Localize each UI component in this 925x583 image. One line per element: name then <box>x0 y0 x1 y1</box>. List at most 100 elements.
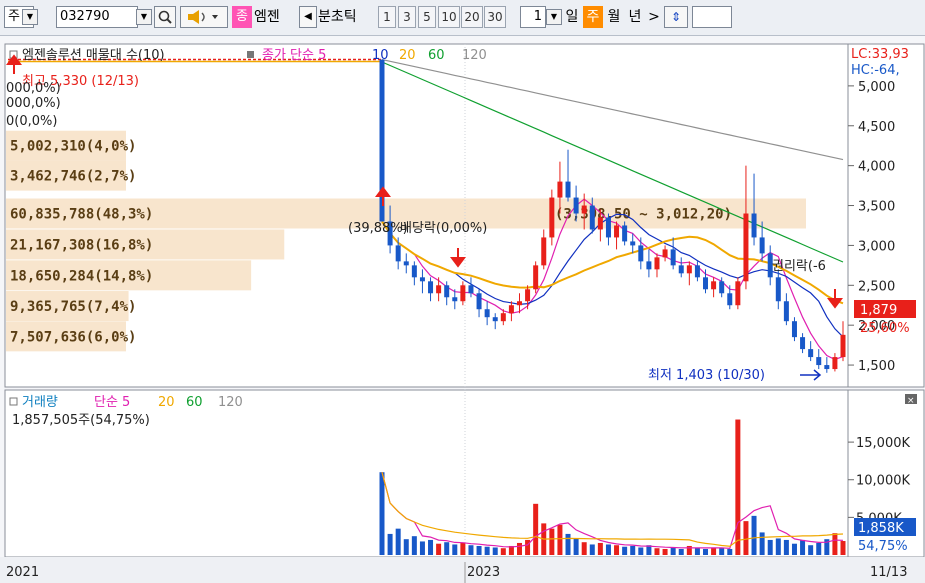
panel-close-glyph: × <box>907 396 915 406</box>
current-volume-pct: 54,75% <box>858 539 908 554</box>
candle-body <box>533 265 539 290</box>
unit-week[interactable]: 주 <box>583 6 603 28</box>
candle-body <box>484 309 490 318</box>
period-10[interactable]: 10 <box>438 6 460 28</box>
prev-arrow-icon[interactable]: ◀ <box>299 6 317 28</box>
ma-label: 종가 단순 5 <box>262 48 326 63</box>
volume-bar <box>783 539 789 555</box>
candle-body <box>670 249 676 266</box>
candle-body <box>832 357 838 370</box>
candle-body <box>751 213 757 238</box>
volume-bar <box>638 547 644 555</box>
profile-label: 3,462,746(2,7%) <box>10 169 136 185</box>
chevron-down-icon[interactable]: ▼ <box>136 9 152 25</box>
code-input[interactable]: 032790 <box>56 6 138 28</box>
sort-button[interactable]: ⇕ <box>664 6 688 28</box>
chevron-down-icon[interactable]: ▼ <box>22 9 38 25</box>
sound-button[interactable] <box>180 6 228 28</box>
top-code-1: 000,0%) <box>6 96 61 111</box>
candle-body <box>840 334 846 358</box>
top-code-0: 000,0%) <box>6 81 61 96</box>
volume-info: 1,857,505주(54,75%) <box>12 413 150 428</box>
term-label[interactable]: 분초틱 <box>318 6 378 28</box>
vol-ma60-label: 60 <box>186 395 203 410</box>
volume-bar <box>727 548 733 555</box>
chart-window: 주 ▼ 032790 ▼ 종 엠젠 ◀ 분초틱 1 3 5 10 20 30 1… <box>0 0 925 583</box>
candle-body <box>703 277 709 290</box>
next-button[interactable]: > <box>647 6 661 28</box>
candle-body <box>686 265 692 274</box>
legend-box-icon <box>247 51 254 58</box>
candle-body <box>727 293 733 306</box>
vol-ma20-label: 20 <box>158 395 175 410</box>
volume-bar <box>557 524 563 555</box>
volume-bar <box>516 542 522 555</box>
volume-tick-label: 10,000K <box>856 474 910 489</box>
profile-label: 5,002,310(4,0%) <box>10 139 136 155</box>
chip-badge[interactable]: 종 <box>232 6 252 28</box>
volume-bar <box>662 548 668 555</box>
volume-bar <box>670 547 676 555</box>
ma60-label: 60 <box>428 48 445 63</box>
unit-year[interactable]: 년 <box>625 6 645 28</box>
period-1[interactable]: 1 <box>378 6 396 28</box>
sort-icon: ⇕ <box>670 10 682 24</box>
period-30[interactable]: 30 <box>484 6 506 28</box>
candle-body <box>436 285 442 294</box>
current-price-value: 1,879 <box>860 303 897 318</box>
volume-bar <box>395 528 401 555</box>
candle-body <box>492 317 498 322</box>
volume-bar <box>743 521 749 555</box>
search-icon <box>158 10 172 24</box>
low-label: 최저 1,403 (10/30) <box>648 368 765 383</box>
count-input[interactable]: 1 <box>520 6 546 28</box>
candle-body <box>444 285 450 298</box>
candle-body <box>614 225 620 238</box>
volume-bar <box>840 541 846 555</box>
volume-bar <box>411 536 417 555</box>
period-5[interactable]: 5 <box>418 6 436 28</box>
current-volume-value: 1,858K <box>858 521 904 536</box>
unit-day[interactable]: 일 <box>563 6 581 28</box>
search-button[interactable] <box>154 6 176 28</box>
chevron-down-icon[interactable]: ▼ <box>546 9 562 25</box>
profile-label: 18,650,284(14,8%) <box>10 268 153 284</box>
count-value: 1 <box>533 9 542 24</box>
candle-body <box>775 277 781 302</box>
y-tick-label: 3,000 <box>858 239 895 254</box>
candle-body <box>460 285 466 302</box>
volume-bar <box>484 546 490 555</box>
extra-input[interactable] <box>692 6 732 28</box>
y-tick-label: 3,500 <box>858 200 895 215</box>
volume-bar <box>549 528 555 555</box>
unit-month[interactable]: 월 <box>604 6 624 28</box>
volume-bar <box>808 545 814 555</box>
chart-area[interactable]: 5,002,310(4,0%) 3,462,746(2,7%) 60,835,788… <box>0 36 925 583</box>
ma10-label: 10 <box>372 48 389 63</box>
volume-bar <box>387 533 393 555</box>
vol-ma120-label: 120 <box>218 395 243 410</box>
candle-body <box>428 281 434 294</box>
candle-body <box>403 261 409 266</box>
candle-body <box>452 297 458 302</box>
period-3[interactable]: 3 <box>398 6 416 28</box>
candle-body <box>525 289 531 302</box>
profile-label: 21,167,308(16,8%) <box>10 237 153 253</box>
volume-bar <box>751 515 757 555</box>
volume-bar <box>630 545 636 555</box>
candle-body <box>735 281 741 306</box>
volume-bar <box>565 533 571 555</box>
toolbar: 주 ▼ 032790 ▼ 종 엠젠 ◀ 분초틱 1 3 5 10 20 30 1… <box>0 0 925 36</box>
candle-body <box>783 301 789 322</box>
candle-body <box>411 265 417 278</box>
volume-bar <box>492 547 498 555</box>
volume-bar <box>428 539 434 555</box>
volume-bar <box>816 542 822 555</box>
rights-annotation: 권리락(-6 <box>772 259 826 274</box>
period-20[interactable]: 20 <box>461 6 483 28</box>
profile-range-note: (3,398,50 ~ 3,012,20) <box>555 207 732 223</box>
volume-bar <box>605 544 611 555</box>
candle-body <box>808 349 814 358</box>
volume-bar <box>500 548 506 555</box>
code-value: 032790 <box>60 9 110 24</box>
